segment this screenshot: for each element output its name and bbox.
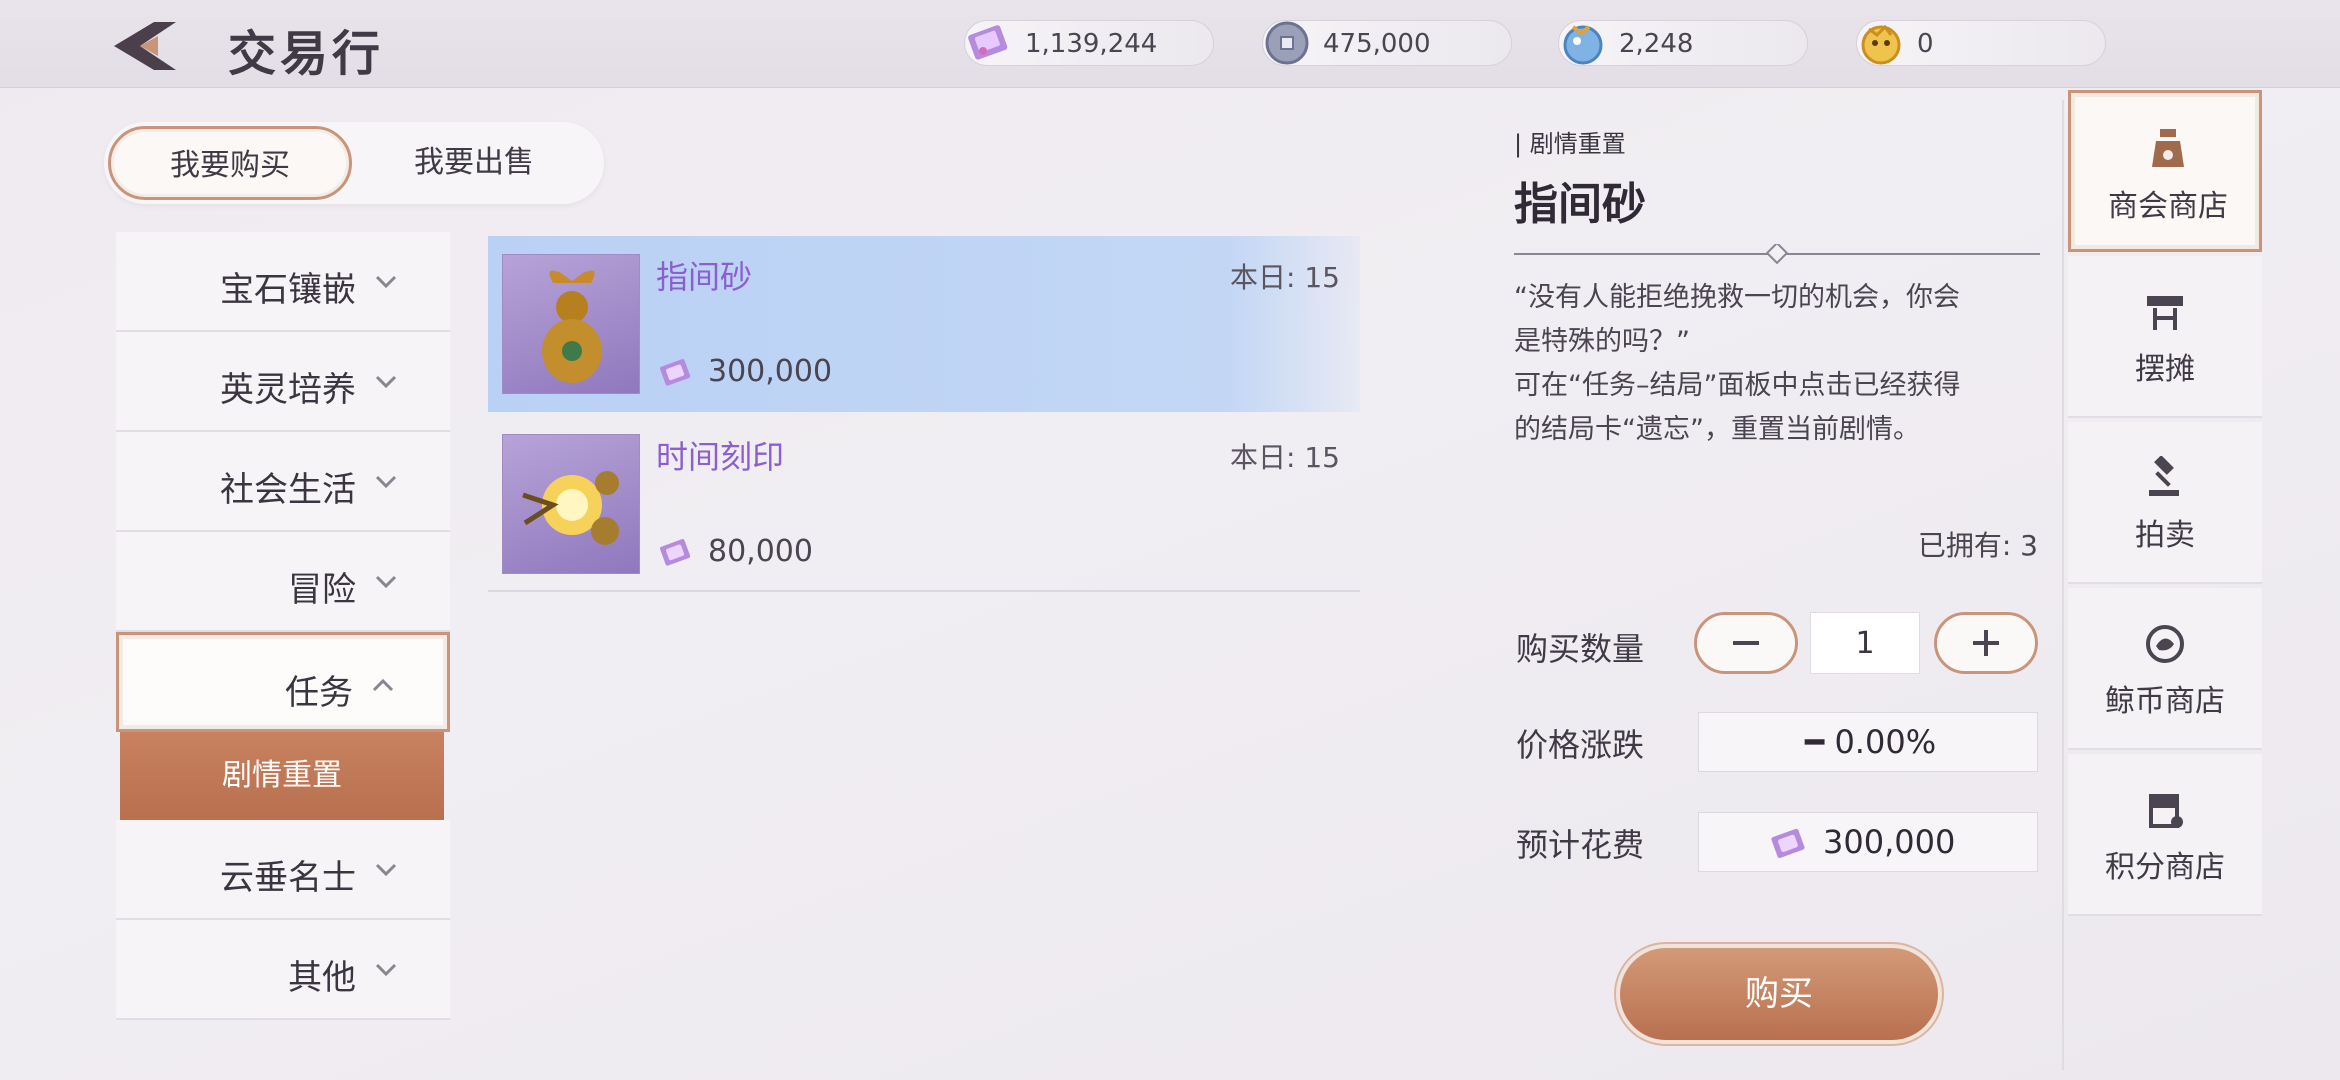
divider	[2062, 100, 2064, 1070]
nav-label: 拍卖	[2135, 518, 2195, 553]
quantity-input[interactable]: 1	[1810, 612, 1920, 674]
nav-points-shop[interactable]: 积分商店	[2068, 754, 2262, 916]
item-price: 80,000	[708, 534, 813, 569]
buy-mode-tab[interactable]: 我要购买	[108, 126, 352, 200]
description-line: 可在“任务–结局”面板中点击已经获得	[1514, 370, 1961, 401]
category-label: 其他	[288, 958, 356, 998]
whale-coin-icon	[2146, 625, 2184, 663]
detail-category: | 剧情重置	[1514, 130, 1626, 158]
category-label: 社会生活	[220, 470, 356, 510]
category-item[interactable]: 冒险	[116, 532, 450, 632]
item-row[interactable]: 时间刻印 本日: 15 80,000	[488, 416, 1360, 592]
blue-spirit-coin-icon	[1563, 25, 1603, 65]
page-title: 交易行	[228, 26, 385, 82]
item-name: 指间砂	[656, 258, 753, 296]
gavel-icon	[2149, 456, 2179, 496]
increase-quantity-button[interactable]	[1934, 612, 2038, 674]
currency-blue: 2,248	[1558, 20, 1808, 66]
buy-button[interactable]: 购买	[1620, 948, 1938, 1040]
description-line: 的结局卡“遗忘”，重置当前剧情。	[1514, 414, 1920, 445]
currency-silver: 475,000	[1262, 20, 1512, 66]
category-item[interactable]: 宝石镶嵌	[116, 232, 450, 332]
nav-guild-shop[interactable]: 商会商店	[2068, 90, 2262, 252]
time-seal-icon	[522, 471, 619, 545]
currency-gold: 0	[1856, 20, 2106, 66]
category-item[interactable]: 云垂名士	[116, 820, 450, 920]
ticket-icon	[659, 359, 691, 386]
description-line: 是特殊的吗？”	[1514, 326, 1690, 357]
price-change-value: ━ 0.00%	[1805, 723, 1937, 761]
nav-auction[interactable]: 拍卖	[2068, 422, 2262, 584]
currency-value: 2,248	[1619, 29, 1694, 59]
minus-icon	[1733, 641, 1759, 645]
item-thumbnail	[502, 254, 640, 394]
chevron-down-icon	[375, 963, 397, 977]
item-row-selected[interactable]: 指间砂 本日: 15 300,000	[488, 236, 1360, 412]
mode-toggle: 我要购买 我要出售	[104, 122, 604, 204]
ticket-icon	[659, 539, 691, 566]
currency-ticket: 1,139,244	[964, 20, 1214, 66]
owned-count: 已拥有: 3	[1917, 529, 2038, 562]
money-bag-icon	[2152, 129, 2184, 167]
back-arrow-icon	[114, 22, 176, 70]
silver-coin-icon	[1265, 21, 1309, 65]
chevron-down-icon	[375, 475, 397, 489]
sand-gourd-icon	[542, 270, 602, 383]
category-label: 宝石镶嵌	[220, 270, 356, 310]
stall-icon	[2147, 296, 2183, 330]
chevron-down-icon	[375, 575, 397, 589]
category-item[interactable]: 英灵培养	[116, 332, 450, 432]
quantity-label: 购买数量	[1516, 630, 1645, 668]
category-label: 英灵培养	[220, 370, 356, 410]
cost-label: 预计花费	[1516, 826, 1645, 864]
sell-mode-tab[interactable]: 我要出售	[352, 126, 596, 200]
nav-stall[interactable]: 摆摊	[2068, 256, 2262, 418]
nav-label: 积分商店	[2105, 850, 2225, 885]
currency-value: 475,000	[1323, 29, 1431, 59]
price-change-label: 价格涨跌	[1516, 726, 1645, 764]
category-item-active[interactable]: 任务	[116, 632, 450, 732]
category-list: 宝石镶嵌 英灵培养 社会生活 冒险 任务 剧情重置 云垂名士 其他	[116, 232, 450, 1020]
category-item[interactable]: 社会生活	[116, 432, 450, 532]
currency-value: 1,139,244	[1025, 29, 1158, 59]
nav-label: 鲸币商店	[2105, 684, 2225, 719]
category-label: 冒险	[288, 570, 356, 610]
cost-value: 300,000	[1823, 823, 1956, 861]
category-item[interactable]: 其他	[116, 920, 450, 1020]
category-label: 云垂名士	[220, 858, 356, 898]
category-label: 任务	[285, 673, 353, 713]
detail-description: “没有人能拒绝挽救一切的机会，你会 是特殊的吗？” 可在“任务–结局”面板中点击…	[1514, 276, 2044, 452]
item-thumbnail	[502, 434, 640, 574]
nav-label: 摆摊	[2135, 352, 2195, 387]
subcategory-item[interactable]: 剧情重置	[120, 732, 444, 820]
ticket-icon	[1771, 828, 1805, 858]
item-daily-limit: 本日: 15	[1230, 261, 1340, 294]
gold-coin-icon	[1861, 24, 1901, 65]
detail-title: 指间砂	[1514, 179, 1646, 230]
chevron-down-icon	[375, 375, 397, 389]
back-button[interactable]	[110, 16, 180, 76]
price-change-box: ━ 0.00%	[1698, 712, 2038, 772]
ticket-icon	[968, 25, 1008, 60]
top-bar: 交易行 1,139,244 475,000 2,248 0	[0, 0, 2340, 88]
cost-box: 300,000	[1698, 812, 2038, 872]
nav-whale-coin-shop[interactable]: 鲸币商店	[2068, 588, 2262, 750]
chevron-down-icon	[375, 863, 397, 877]
item-name: 时间刻印	[656, 438, 785, 476]
item-price: 300,000	[708, 354, 833, 389]
chevron-down-icon	[375, 275, 397, 289]
decrease-quantity-button[interactable]	[1694, 612, 1798, 674]
description-line: “没有人能拒绝挽救一切的机会，你会	[1514, 282, 1960, 313]
divider	[1514, 244, 2040, 264]
chevron-up-icon	[372, 678, 394, 692]
currency-value: 0	[1917, 29, 1934, 59]
item-daily-limit: 本日: 15	[1230, 441, 1340, 474]
plus-icon	[1973, 630, 1999, 656]
nav-label: 商会商店	[2108, 189, 2228, 224]
points-shop-icon	[2149, 794, 2183, 828]
